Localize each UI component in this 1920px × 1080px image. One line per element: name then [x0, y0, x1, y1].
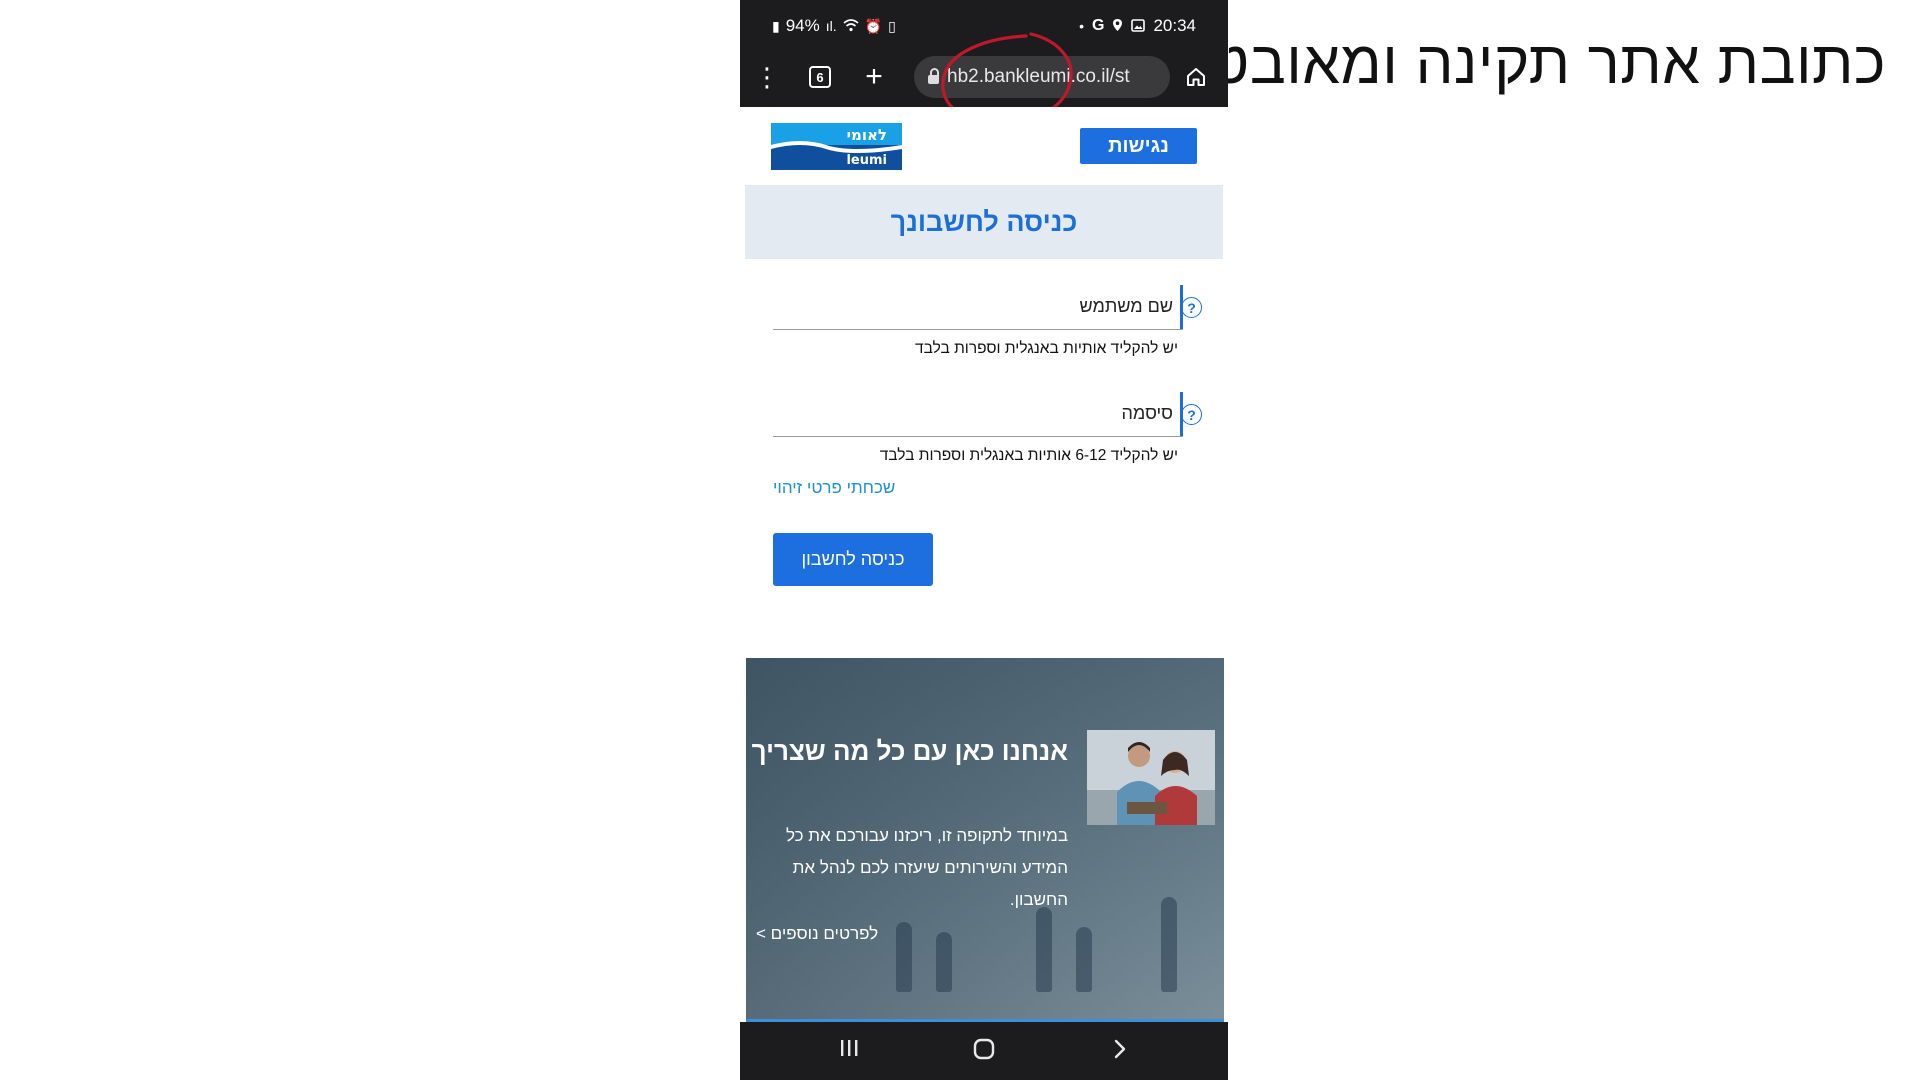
username-input[interactable]: שם משתמש	[773, 285, 1183, 330]
logo-hebrew: לאומי	[847, 126, 887, 144]
login-panel: כניסה לחשבונך שם משתמש ? יש להקליד אותיו…	[745, 185, 1223, 651]
username-hint: יש להקליד אותיות באנגלית וספרות בלבד	[915, 340, 1178, 357]
username-label: שם משתמש	[1079, 296, 1173, 316]
promo-crowd-figure	[1036, 907, 1052, 992]
username-field[interactable]: שם משתמש	[773, 285, 1183, 330]
gallery-icon	[1131, 18, 1146, 34]
accessibility-button[interactable]: נגישות	[1080, 128, 1197, 164]
battery-saver-icon: ▯	[888, 18, 896, 34]
clock: 20:34	[1153, 16, 1196, 35]
tab-count: 6	[809, 66, 831, 88]
password-input[interactable]: סיסמה	[773, 392, 1183, 437]
username-help-icon[interactable]: ?	[1181, 297, 1202, 318]
google-icon: G	[1092, 17, 1105, 34]
password-hint: יש להקליד 6-12 אותיות באנגלית וספרות בלב…	[879, 447, 1178, 464]
menu-icon[interactable]: ⋮	[745, 55, 789, 99]
password-help-icon[interactable]: ?	[1181, 404, 1202, 425]
leumi-logo[interactable]: לאומי leumi	[771, 123, 902, 170]
signal-icon: ıl.	[825, 18, 837, 34]
home-icon[interactable]	[1174, 55, 1218, 99]
password-field[interactable]: סיסמה	[773, 392, 1183, 437]
wifi-icon	[843, 18, 859, 34]
new-tab-icon[interactable]: +	[852, 55, 896, 99]
home-nav-icon[interactable]	[972, 1038, 996, 1065]
android-nav-bar	[740, 1022, 1228, 1080]
battery-level: 94%	[785, 16, 820, 35]
back-nav-icon[interactable]	[1112, 1038, 1128, 1065]
promo-text: במיוחד לתקופה זו, ריכזנו עבורכם את כל המ…	[785, 826, 1068, 909]
annotation-caption: כתובת אתר תקינה ומאובטחת	[1128, 29, 1886, 96]
login-submit-button[interactable]: כניסה לחשבון	[773, 533, 933, 586]
notification-dot-icon: •	[1079, 18, 1084, 34]
promo-crowd-figure	[896, 922, 912, 992]
promo-crowd-figure	[936, 932, 952, 992]
password-label: סיסמה	[1121, 403, 1173, 423]
promo-crowd-figure	[1076, 927, 1092, 992]
login-title: כניסה לחשבונך	[890, 206, 1078, 237]
battery-icon: ▮	[772, 18, 780, 34]
promo-crowd-figure	[1161, 897, 1177, 992]
promo-banner: אנחנו כאן עם כל מה שצריך במיוחד לתקופה ז…	[746, 658, 1224, 1022]
location-icon	[1112, 18, 1123, 34]
promo-photo	[1087, 730, 1215, 825]
promo-more-details-link[interactable]: לפרטים נוספים >	[756, 924, 878, 944]
site-header: לאומי leumi נגישות	[740, 107, 1228, 185]
promo-title: אנחנו כאן עם כל מה שצריך	[751, 736, 1068, 766]
forgot-credentials-link[interactable]: שכחתי פרטי זיהוי	[773, 478, 895, 498]
phone-screenshot: ▮ 94% ıl. ⏰ ▯ • G 20:34 ⋮ 6 + hb2.bankle…	[740, 0, 1228, 1080]
tabs-button[interactable]: 6	[798, 55, 842, 99]
alarm-icon: ⏰	[864, 18, 883, 34]
logo-latin: leumi	[846, 153, 887, 168]
login-header: כניסה לחשבונך	[745, 185, 1223, 259]
recent-apps-icon[interactable]	[838, 1038, 860, 1063]
